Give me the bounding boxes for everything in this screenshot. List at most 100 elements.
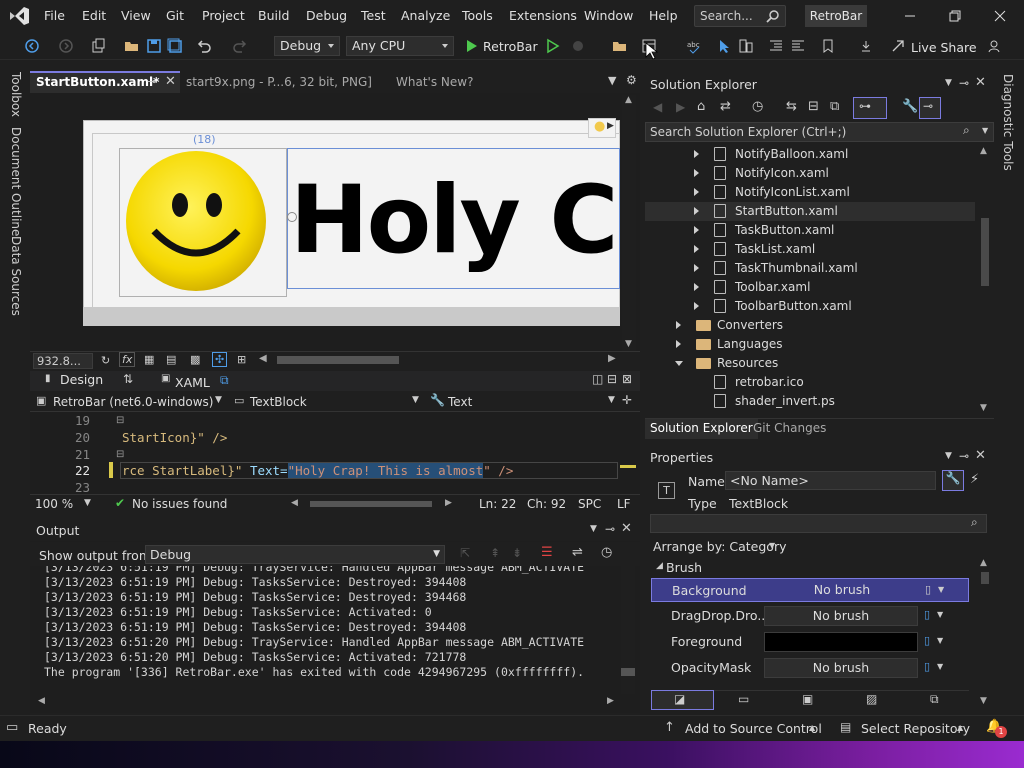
menu-file[interactable]: File (44, 8, 65, 23)
output-close-icon[interactable]: ✕ (621, 521, 632, 536)
menu-view[interactable]: View (121, 8, 151, 23)
minimize-icon[interactable] (900, 6, 920, 26)
tree-item[interactable]: shader_invert.ps (690, 392, 970, 411)
output-vscroll-thumb[interactable] (621, 668, 635, 676)
code-scroll-right-icon[interactable]: ▶ (445, 498, 452, 508)
tree-folder[interactable]: Languages (672, 335, 970, 354)
props-scroll-up-icon[interactable]: ▲ (980, 558, 987, 568)
tree-item[interactable]: TaskButton.xaml (690, 221, 970, 240)
collapse-region-icon[interactable]: ⊟ (116, 449, 124, 460)
output-scroll-left-icon[interactable]: ◀ (38, 696, 45, 706)
solex-back-icon[interactable]: ◀ (653, 100, 662, 114)
next-message-icon[interactable]: ⇟ (512, 546, 522, 560)
menu-edit[interactable]: Edit (82, 8, 106, 23)
undo-icon[interactable] (196, 38, 212, 54)
prop-row-opacitymask[interactable]: OpacityMask No brush ▯ ▼ (651, 656, 969, 680)
scroll-down-icon[interactable]: ▼ (625, 339, 632, 349)
hot-reload-icon[interactable] (570, 38, 586, 54)
tab-settings-icon[interactable]: ⚙ (626, 73, 637, 87)
nav-member[interactable]: Text (448, 395, 472, 409)
scroll-up-icon[interactable]: ▲ (625, 95, 632, 105)
indent-icon[interactable] (768, 38, 784, 54)
grid-icon[interactable]: ▦ (144, 353, 154, 366)
tree-item-selected[interactable]: StartButton.xaml (690, 202, 970, 221)
prop-row-value[interactable]: No brush (765, 581, 919, 601)
solex-forward-icon[interactable]: ▶ (676, 100, 685, 114)
sync-icon[interactable]: ⇆ (786, 99, 797, 114)
menu-build[interactable]: Build (258, 8, 289, 23)
split-editor-icon[interactable]: ✛ (622, 393, 632, 407)
menu-analyze[interactable]: Analyze (401, 8, 450, 23)
refresh-icon[interactable]: ↻ (101, 354, 110, 367)
output-text-area[interactable]: [3/13/2023 6:51:19 PM] Debug: TrayServic… (30, 566, 620, 694)
props-vscroll-thumb[interactable] (981, 572, 989, 584)
nav-project-dropdown-icon[interactable]: ▼ (215, 395, 222, 405)
resize-handle[interactable] (287, 212, 297, 222)
show-all-files-icon[interactable]: ⧉ (830, 99, 839, 114)
feedback-icon[interactable] (988, 38, 1004, 54)
designer-textblock[interactable]: Holy Cr (290, 166, 620, 276)
solex-menu-icon[interactable]: ▼ (945, 78, 952, 88)
smiley-image[interactable] (122, 147, 270, 295)
props-close-icon[interactable]: ✕ (975, 448, 986, 463)
forward-icon[interactable] (58, 38, 74, 54)
close-window-icon[interactable] (990, 6, 1010, 26)
go-to-location-icon[interactable]: ⇱ (460, 546, 470, 560)
tab-start9x-png[interactable]: start9x.png - P...6, 32 bit, PNG] (186, 75, 372, 89)
solex-search-options-icon[interactable]: ▼ (982, 126, 988, 135)
tab-solution-explorer[interactable]: Solution Explorer (645, 419, 758, 439)
resource-icon[interactable]: ▯ (924, 660, 930, 673)
resource-dropdown-icon[interactable]: ▼ (937, 610, 943, 619)
category-brush[interactable]: Brush (666, 560, 702, 575)
props-pin-icon[interactable]: ⊸ (959, 449, 969, 463)
element-name-input[interactable]: <No Name> (725, 471, 936, 490)
tree-item[interactable]: Toolbar.xaml (690, 278, 970, 297)
bookmark-icon[interactable] (820, 38, 836, 54)
designer-scrollbar[interactable] (622, 95, 636, 351)
prop-row-value[interactable]: No brush (764, 658, 918, 678)
platform-select[interactable]: Any CPU (346, 36, 454, 56)
design-tab[interactable]: Design (60, 372, 103, 387)
props-menu-icon[interactable]: ▼ (945, 451, 952, 461)
source-control-dropdown-icon[interactable]: ▲ (809, 723, 815, 732)
prop-row-foreground[interactable]: Foreground ▯ ▼ (651, 630, 969, 654)
category-expand-icon[interactable]: ◢ (656, 561, 663, 571)
snap-grid-icon[interactable]: ▤ (166, 353, 176, 366)
zoom-select[interactable]: 932.8... (33, 353, 93, 369)
gradient-brush-icon[interactable]: ▣ (802, 692, 813, 706)
close-tab-icon[interactable]: ✕ (165, 74, 176, 89)
data-sources-tab[interactable]: Data Sources (9, 236, 23, 316)
menu-window[interactable]: Window (584, 8, 633, 23)
tree-item[interactable]: NotifyBalloon.xaml (690, 145, 970, 164)
hscroll-left-icon[interactable]: ◀ (259, 353, 267, 364)
menu-git[interactable]: Git (166, 8, 184, 23)
snap-lines-icon[interactable]: ✣ (212, 352, 228, 367)
prop-row-dragdrop[interactable]: DragDrop.Dro... No brush ▯ ▼ (651, 604, 969, 628)
nav-member-dropdown-icon[interactable]: ▼ (608, 395, 615, 405)
run-target-label[interactable]: RetroBar (483, 39, 538, 54)
start-debugging-icon[interactable] (464, 38, 480, 54)
clear-all-icon[interactable]: ☰ (541, 545, 553, 560)
folder-view-icon[interactable] (612, 38, 628, 54)
resource-dropdown-icon[interactable]: ▼ (937, 636, 943, 645)
start-without-debugging-icon[interactable] (545, 38, 561, 54)
pin-icon[interactable]: ⊸ (147, 75, 156, 88)
swap-panes-icon[interactable]: ⇅ (123, 372, 133, 386)
menu-extensions[interactable]: Extensions (509, 8, 577, 23)
nav-project[interactable]: RetroBar (net6.0-windows) (53, 395, 213, 409)
menu-help[interactable]: Help (649, 8, 678, 23)
tree-item[interactable]: TaskThumbnail.xaml (690, 259, 970, 278)
repo-dropdown-icon[interactable]: ▲ (957, 723, 963, 732)
track-focus-icon[interactable] (738, 38, 754, 54)
output-scroll-right-icon[interactable]: ▶ (607, 696, 614, 706)
solid-brush-icon[interactable]: ▭ (738, 692, 749, 706)
line-position[interactable]: Ln: 22 (479, 497, 516, 511)
image-brush-icon[interactable]: ▨ (866, 692, 877, 706)
output-source-select[interactable]: Debug ▼ (145, 545, 445, 564)
open-folder-icon[interactable] (124, 38, 140, 54)
solex-close-icon[interactable]: ✕ (975, 75, 986, 90)
word-wrap-icon[interactable]: ⇌ (572, 545, 583, 560)
tree-item[interactable]: TaskList.xaml (690, 240, 970, 259)
resource-icon[interactable]: ▯ (924, 634, 930, 647)
output-menu-icon[interactable]: ▼ (590, 524, 597, 534)
